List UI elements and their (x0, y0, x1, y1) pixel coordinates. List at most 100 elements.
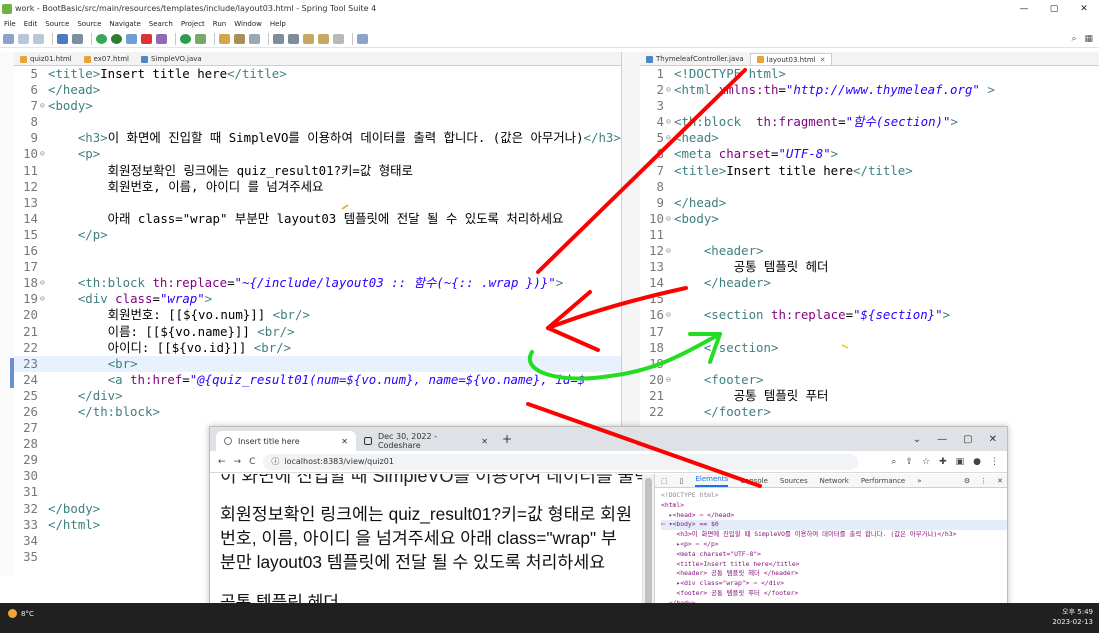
dom-node[interactable]: <!DOCTYPE html> (661, 491, 1007, 501)
menu-edit[interactable]: Edit (24, 20, 38, 28)
extensions-icon[interactable]: ✚ (939, 457, 947, 467)
fold-toggle-icon[interactable]: ⊖ (666, 130, 674, 146)
code-line[interactable]: 18 </section> (640, 340, 1099, 356)
minimize-button[interactable]: — (1009, 4, 1039, 14)
code-line[interactable]: 12 회원번호, 이름, 아이디 를 넘겨주세요 (14, 179, 621, 195)
code-line[interactable]: 21 이름: [[${vo.name}]] <br/> (14, 324, 621, 340)
devtools-menu-icon[interactable]: ⋮ (980, 477, 987, 485)
editor-tab-quiz01[interactable]: quiz01.html (14, 53, 78, 65)
code-line[interactable]: 21 공통 템플릿 푸터 (640, 388, 1099, 404)
code-line[interactable]: 15 </p> (14, 227, 621, 243)
close-devtools-icon[interactable]: ✕ (997, 477, 1003, 485)
menu-run[interactable]: Run (213, 20, 226, 28)
code-line[interactable]: 10 ⊖ <p> (14, 146, 621, 162)
fold-toggle-icon[interactable]: ⊖ (40, 275, 48, 291)
fold-toggle-icon[interactable]: ⊖ (666, 114, 674, 130)
devtools-tab-sources[interactable]: Sources (780, 477, 808, 485)
new-icon[interactable] (3, 33, 14, 44)
pin-editor-icon[interactable] (357, 33, 368, 44)
editor-tab-ex07[interactable]: ex07.html (78, 53, 135, 65)
fold-toggle-icon[interactable]: ⊖ (666, 211, 674, 227)
code-line[interactable]: 5 <title>Insert title here</title> (14, 66, 621, 82)
save-icon[interactable] (18, 33, 29, 44)
code-line[interactable]: 8 (14, 114, 621, 130)
code-line[interactable]: 17 (14, 259, 621, 275)
code-line[interactable]: 13 공통 템플릿 헤더 (640, 259, 1099, 275)
code-line[interactable]: 3 (640, 98, 1099, 114)
code-line[interactable]: 26 </th:block> (14, 404, 621, 420)
maximize-button[interactable]: ▢ (1039, 4, 1069, 14)
editor-tab-thymeleaf-controller[interactable]: ThymeleafController.java (640, 53, 750, 65)
new-tab-button[interactable]: + (502, 432, 512, 446)
code-line[interactable]: 1 <!DOCTYPE html> (640, 66, 1099, 82)
dom-node[interactable]: <html> (661, 501, 1007, 511)
profile-avatar-icon[interactable]: ● (973, 457, 981, 467)
dom-tree[interactable]: <!DOCTYPE html> <html> ▸<head> ⋯ </head> ⋯… (655, 488, 1007, 618)
terminal-icon[interactable] (57, 33, 68, 44)
code-line[interactable]: 22 </footer> (640, 404, 1099, 420)
code-line[interactable]: 6 </head> (14, 82, 621, 98)
next-annotation-icon[interactable] (273, 33, 284, 44)
fold-toggle-icon[interactable]: ⊖ (666, 82, 674, 98)
code-line[interactable]: 18 ⊖ <th:block th:replace="~{/include/lay… (14, 275, 621, 291)
code-line[interactable]: 25 </div> (14, 388, 621, 404)
tab-search-icon[interactable]: ⌄ (913, 434, 921, 445)
close-tab-icon[interactable]: ✕ (341, 437, 348, 446)
dom-node[interactable]: ▸<div class="wrap"> ⋯ </div> (661, 579, 1007, 589)
menu-source-2[interactable]: Source (77, 20, 101, 28)
menu-window[interactable]: Window (234, 20, 262, 28)
code-line[interactable]: 17 (640, 324, 1099, 340)
editor-tab-simplevo[interactable]: SimpleVO.java (135, 53, 208, 65)
forward-icon[interactable] (333, 33, 344, 44)
minimize-button[interactable]: — (937, 434, 947, 445)
code-line[interactable]: 9 </head> (640, 195, 1099, 211)
run-icon[interactable] (111, 33, 122, 44)
dom-node[interactable]: ▸<p> ⋯ </p> (661, 540, 1007, 550)
menu-help[interactable]: Help (270, 20, 286, 28)
code-line[interactable]: 22 아이디: [[${vo.id}]] <br/> (14, 340, 621, 356)
close-tab-icon[interactable]: ✕ (481, 437, 488, 446)
dom-node[interactable]: <title>Insert title here</title> (661, 560, 1007, 570)
code-line[interactable]: 11 회원정보확인 링크에는 quiz_result01?키=값 형태로 (14, 163, 621, 179)
fold-toggle-icon[interactable]: ⊖ (666, 243, 674, 259)
zoom-icon[interactable]: ⌕ (891, 457, 896, 467)
editor-tab-layout03[interactable]: layout03.html ✕ (749, 53, 833, 65)
code-line[interactable]: 13 (14, 195, 621, 211)
fold-toggle-icon[interactable]: ⊖ (40, 146, 48, 162)
browser-tab-codeshare[interactable]: Dec 30, 2022 - Codeshare ✕ (356, 431, 496, 451)
menu-source[interactable]: Source (45, 20, 69, 28)
boot-dashboard-icon[interactable] (96, 33, 107, 44)
new-java-class-icon[interactable] (180, 33, 191, 44)
fold-toggle-icon[interactable]: ⊖ (666, 372, 674, 388)
devtools-tab-network[interactable]: Network (820, 477, 849, 485)
code-line[interactable]: 6 <meta charset="UTF-8"> (640, 146, 1099, 162)
dom-node[interactable]: ⋯ ▾<body> == $0 (661, 520, 1007, 531)
code-line[interactable]: 7 ⊖ <body> (14, 98, 621, 114)
fold-toggle-icon[interactable]: ⊖ (666, 307, 674, 323)
code-line[interactable]: 15 (640, 291, 1099, 307)
forward-button[interactable]: → (234, 457, 242, 467)
menu-search[interactable]: Search (149, 20, 173, 28)
code-line[interactable]: 2 ⊖ <html xmlns:th="http://www.thymeleaf.o… (640, 82, 1099, 98)
code-line[interactable]: 10 ⊖ <body> (640, 211, 1099, 227)
annotation-icon[interactable] (249, 33, 260, 44)
code-line[interactable]: 19 (640, 356, 1099, 372)
console-icon[interactable] (72, 33, 83, 44)
address-bar[interactable]: ⓘ localhost:8383/view/quiz01 (263, 453, 859, 470)
settings-gear-icon[interactable]: ⚙ (964, 477, 970, 485)
share-icon[interactable]: ⇪ (905, 457, 913, 467)
devtools-tab-console[interactable]: Console (740, 477, 768, 485)
browser-tab-insert-title[interactable]: Insert title here ✕ (216, 431, 356, 451)
close-tab-icon[interactable]: ✕ (820, 56, 826, 64)
fold-toggle-icon[interactable]: ⊖ (40, 291, 48, 307)
close-button[interactable]: ✕ (989, 434, 997, 445)
system-clock[interactable]: 오후 5:49 2023-02-13 (1052, 607, 1093, 627)
code-line[interactable]: 5 ⊖ <head> (640, 130, 1099, 146)
open-type-icon[interactable] (195, 33, 206, 44)
dom-node[interactable]: ▸<head> ⋯ </head> (661, 511, 1007, 521)
code-line[interactable]: 24 <a th:href="@{quiz_result01(num=${vo.… (14, 372, 621, 388)
dom-node[interactable]: <footer> 공통 템플릿 푸터 </footer> (661, 589, 1007, 599)
maximize-button[interactable]: ▢ (963, 434, 972, 445)
close-button[interactable]: ✕ (1069, 4, 1099, 14)
save-all-icon[interactable] (33, 33, 44, 44)
